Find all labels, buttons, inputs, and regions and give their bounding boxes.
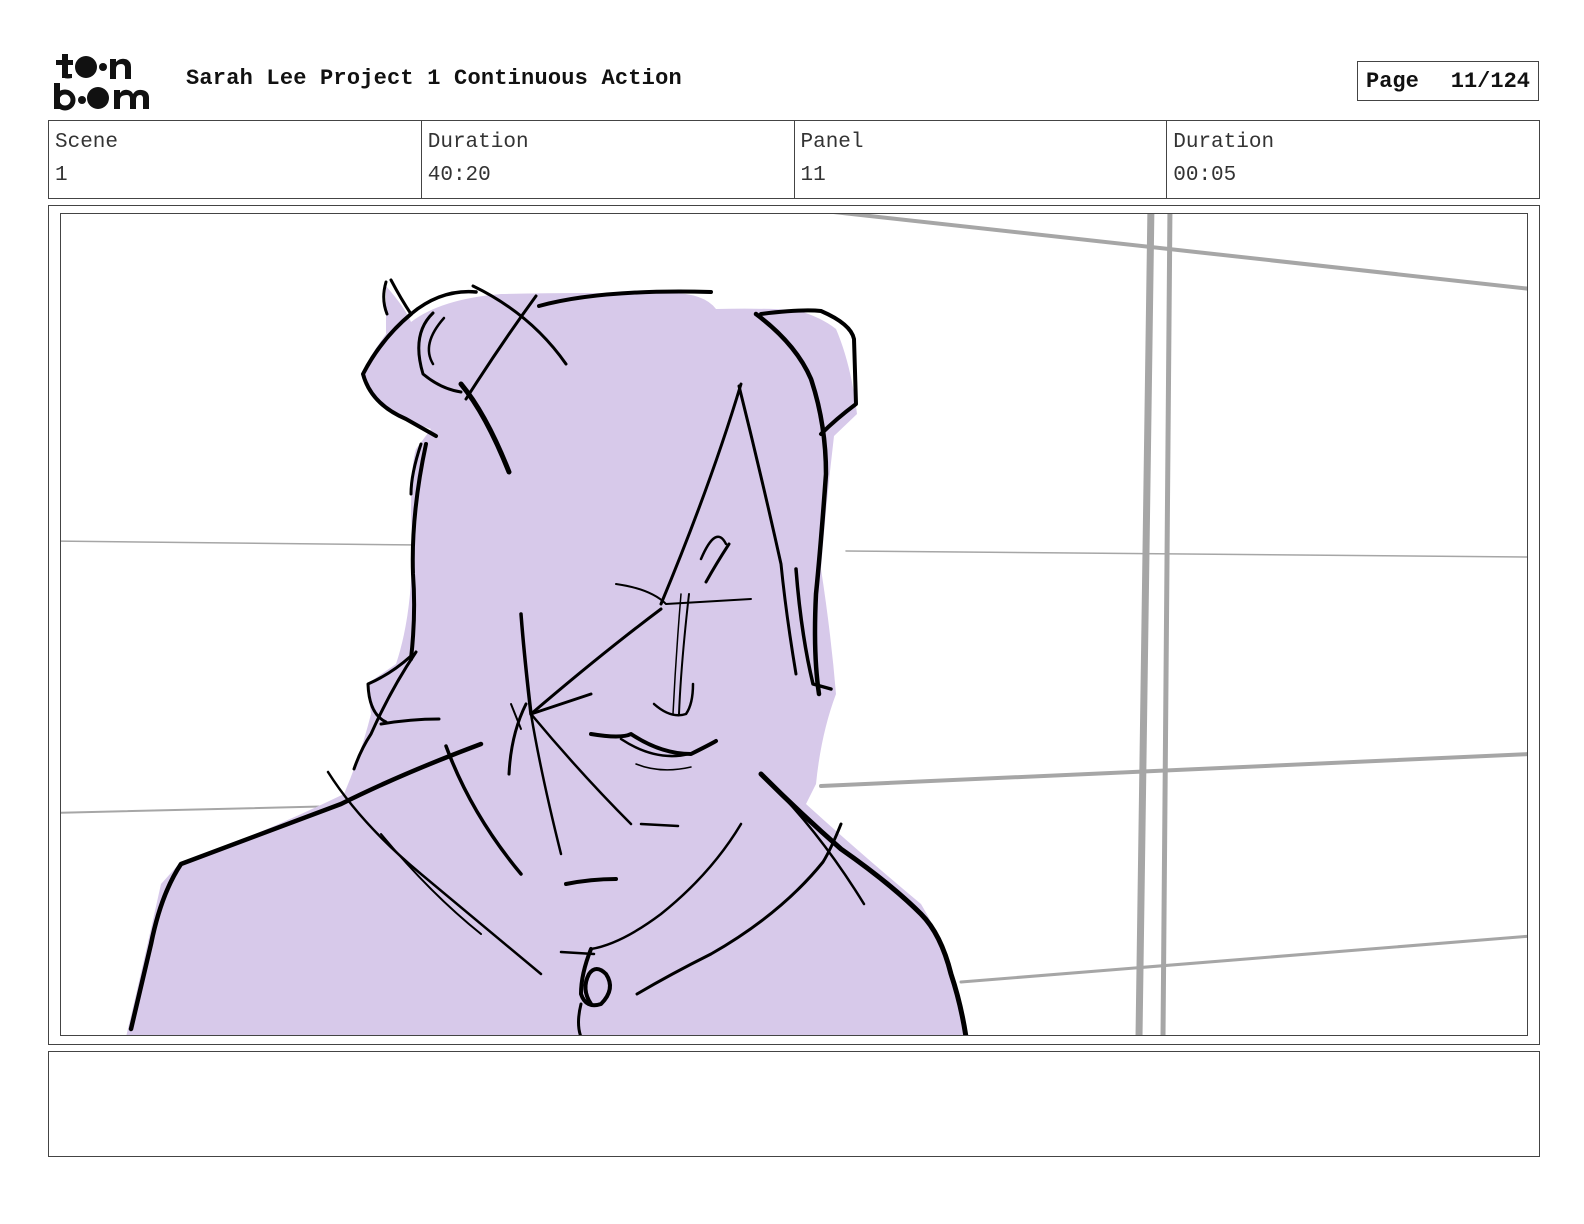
panel-drawing [61,214,1527,1035]
panel-duration-value: 00:05 [1173,164,1237,187]
scene-label: Scene [55,131,119,154]
page-value: 11/124 [1450,68,1530,94]
toon-boom-logo [52,50,164,112]
panel-label: Panel [800,131,864,154]
panel-duration-label: Duration [1173,131,1275,154]
scene-duration-cell: Duration 40:20 [422,121,795,198]
scene-duration-value: 40:20 [427,164,491,187]
panel-value: 11 [800,164,826,187]
scene-cell: Scene 1 [49,121,422,198]
storyboard-panel [60,213,1528,1036]
panel-notes-box [48,1051,1540,1157]
scene-duration-label: Duration [427,131,529,154]
scene-value: 1 [55,164,68,187]
scene-info-table: Scene 1 Duration 40:20 Panel 11 Duration… [48,120,1540,199]
page-indicator: Page 11/124 [1357,61,1539,101]
page-label: Page [1366,68,1419,94]
project-title: Sarah Lee Project 1 Continuous Action [186,66,682,91]
panel-cell: Panel 11 [795,121,1168,198]
panel-duration-cell: Duration 00:05 [1167,121,1539,198]
